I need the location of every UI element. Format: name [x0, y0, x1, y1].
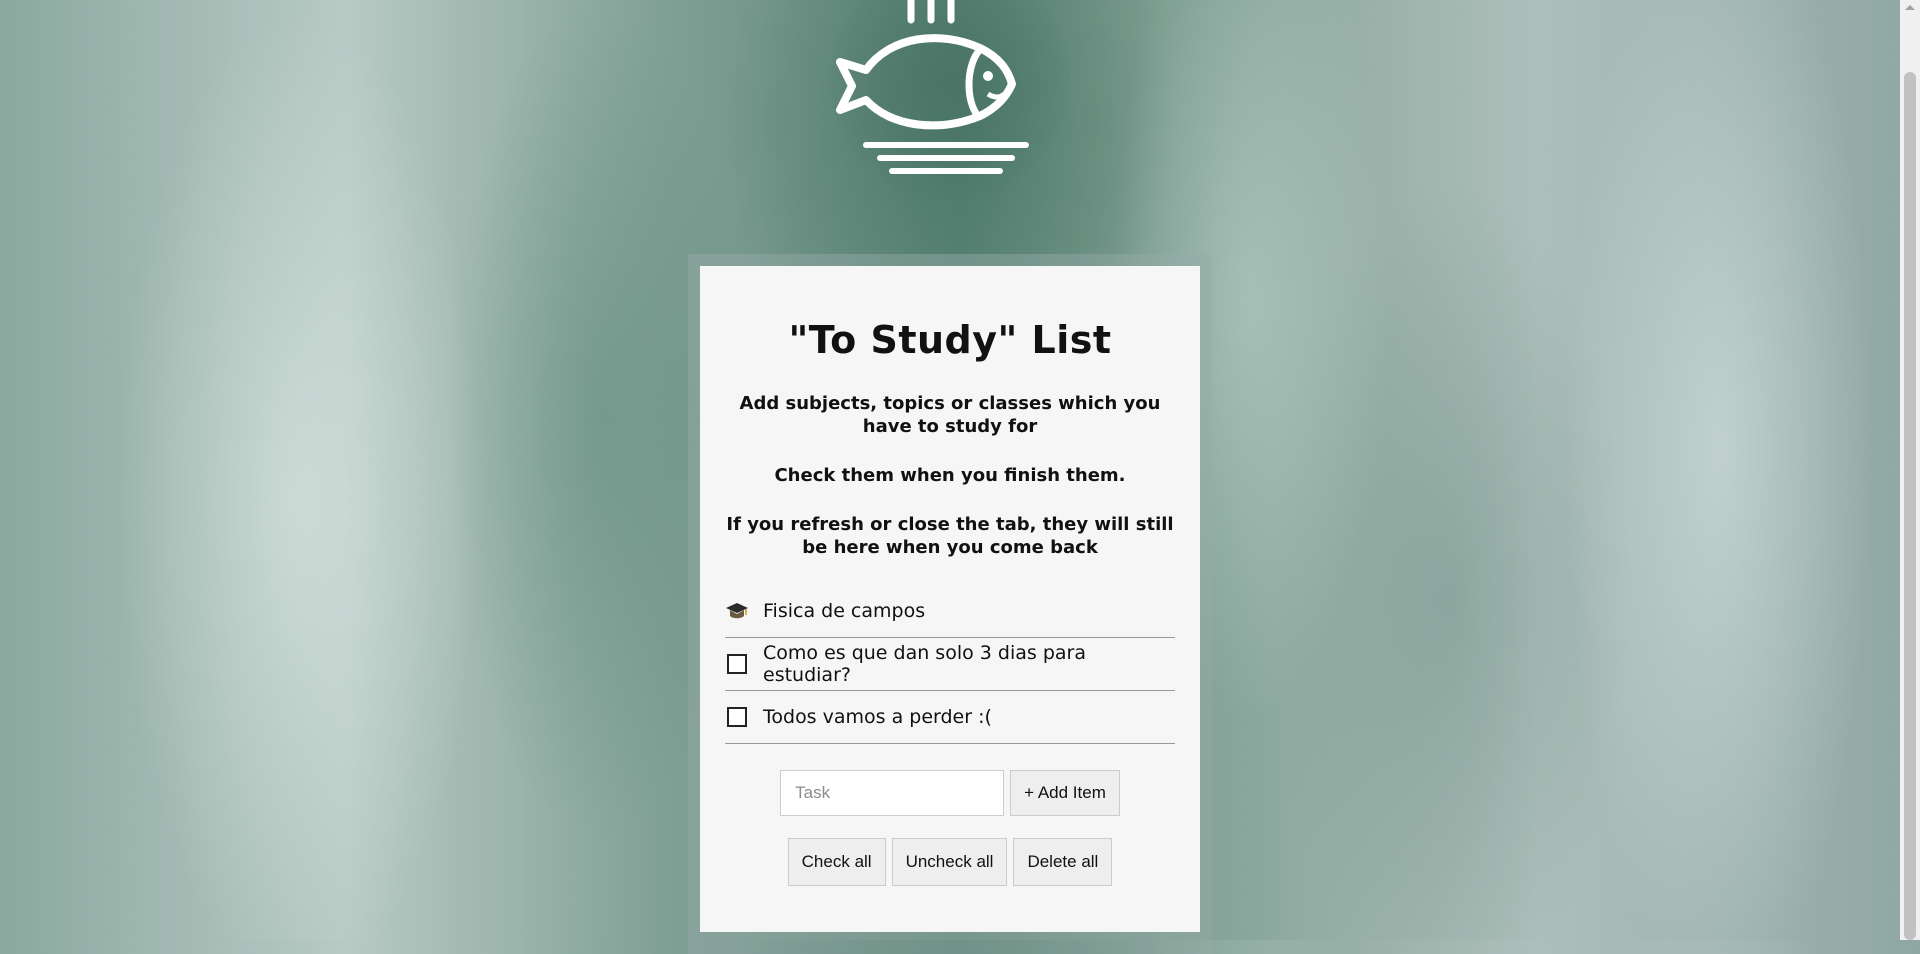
- item-label: Todos vamos a perder :(: [763, 706, 992, 728]
- list-item[interactable]: Todos vamos a perder :(: [725, 691, 1175, 744]
- scroll-up-arrow-icon[interactable]: [1905, 5, 1915, 10]
- graduation-cap-icon[interactable]: [725, 601, 749, 621]
- fish-plate-icon: [836, 0, 1029, 174]
- check-all-button[interactable]: Check all: [787, 838, 886, 886]
- instruction-line: Check them when you finish them.: [774, 465, 1126, 486]
- logo: [830, 0, 1070, 200]
- instruction-line: Add subjects, topics or classes which yo…: [739, 393, 1161, 437]
- bulk-actions: Check all Uncheck all Delete all: [700, 838, 1200, 886]
- add-item-row: + Add Item: [700, 770, 1200, 816]
- task-list: Fisica de campos Como es que dan solo 3 …: [725, 585, 1175, 744]
- page-title: "To Study" List: [788, 318, 1112, 362]
- item-checkbox[interactable]: [727, 707, 747, 727]
- item-label: Fisica de campos: [763, 600, 926, 622]
- instructions: Add subjects, topics or classes which yo…: [700, 392, 1200, 559]
- scrollbar-thumb[interactable]: [1904, 72, 1916, 940]
- page-scrollbar[interactable]: [1900, 0, 1920, 940]
- delete-all-button[interactable]: Delete all: [1013, 838, 1113, 886]
- uncheck-all-button[interactable]: Uncheck all: [891, 838, 1008, 886]
- item-label: Como es que dan solo 3 dias para estudia…: [763, 642, 1086, 686]
- list-item[interactable]: Fisica de campos: [725, 585, 1175, 638]
- list-item[interactable]: Como es que dan solo 3 dias para estudia…: [725, 638, 1175, 691]
- instruction-line: If you refresh or close the tab, they wi…: [726, 514, 1174, 558]
- item-checkbox[interactable]: [727, 654, 747, 674]
- add-item-button[interactable]: + Add Item: [1010, 770, 1120, 816]
- todo-card: "To Study" List Add subjects, topics or …: [700, 266, 1200, 932]
- task-input[interactable]: [780, 770, 1005, 816]
